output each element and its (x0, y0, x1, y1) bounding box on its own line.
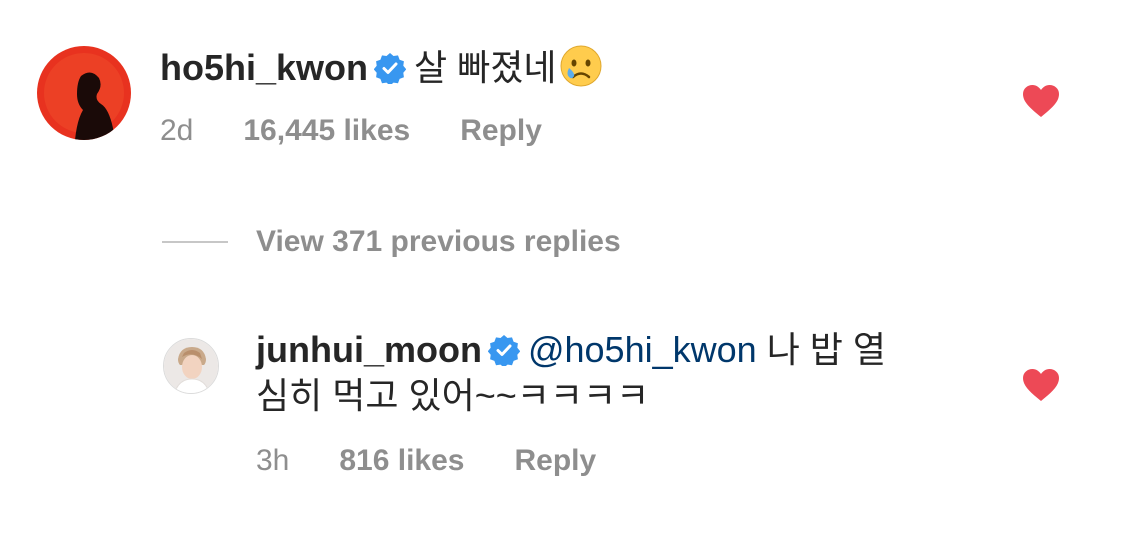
comment-body: ho5hi_kwon 살 빠졌네 (160, 44, 603, 98)
divider (162, 241, 228, 243)
reply-text-line1: 나 밥 열 (766, 329, 887, 370)
view-replies-label[interactable]: View 371 previous replies (256, 225, 621, 259)
verified-badge-icon (487, 332, 521, 376)
reply-body-line1: junhui_moon @ho5hi_kwon 나 밥 열 (256, 328, 886, 376)
reply-meta: 3h 816 likes Reply (256, 444, 646, 478)
username[interactable]: junhui_moon (256, 329, 482, 370)
mention-link[interactable]: @ho5hi_kwon (528, 329, 757, 370)
comment-text: 살 빠졌네 (414, 47, 557, 88)
avatar[interactable] (37, 46, 131, 140)
timestamp: 2d (160, 114, 194, 147)
crying-face-emoji-icon (559, 44, 603, 98)
like-heart-icon[interactable] (1022, 84, 1060, 123)
like-heart-icon[interactable] (1022, 368, 1060, 407)
comment-meta: 2d 16,445 likes Reply (160, 114, 592, 148)
reply-text-line2: 심히 먹고 있어~~ㅋㅋㅋㅋ (256, 375, 650, 416)
username[interactable]: ho5hi_kwon (160, 47, 368, 88)
verified-badge-icon (373, 50, 407, 94)
view-previous-replies[interactable]: View 371 previous replies (162, 222, 621, 262)
avatar[interactable] (163, 338, 219, 394)
timestamp: 3h (256, 444, 290, 477)
reply-button[interactable]: Reply (515, 444, 597, 477)
likes-count[interactable]: 16,445 likes (243, 114, 410, 147)
reply-button[interactable]: Reply (460, 114, 542, 147)
reply-body-line2: 심히 먹고 있어~~ㅋㅋㅋㅋ (256, 374, 649, 418)
likes-count[interactable]: 816 likes (339, 444, 464, 477)
